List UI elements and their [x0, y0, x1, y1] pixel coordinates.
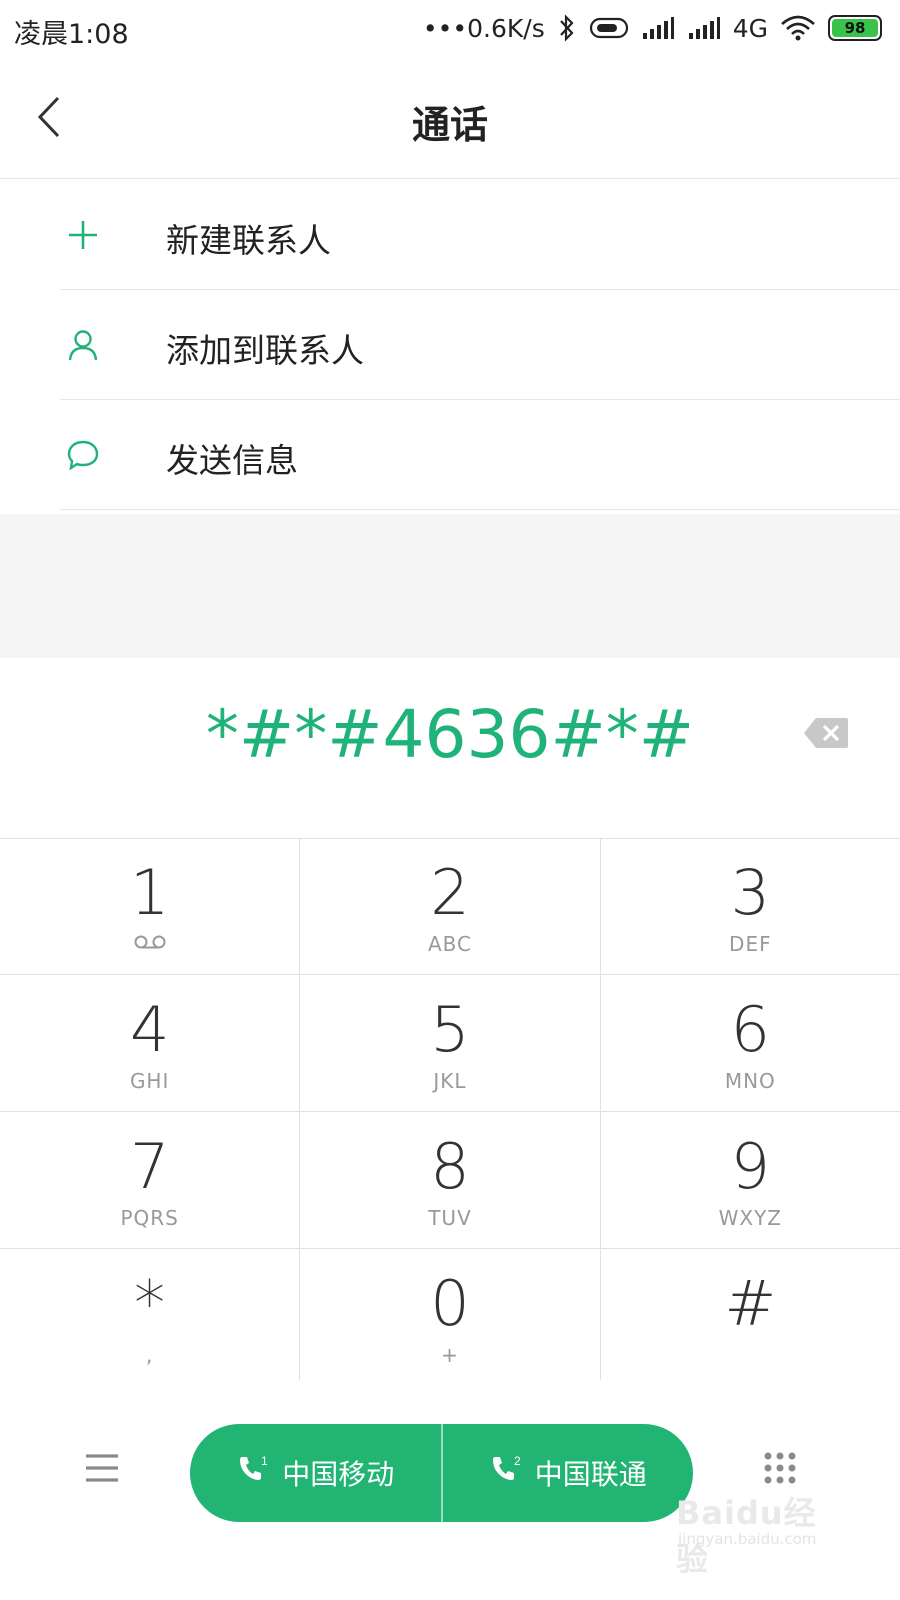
signal-icon: [687, 15, 721, 41]
page-title: 通话: [411, 103, 488, 147]
key-4[interactable]: 4 GHI: [0, 975, 301, 1111]
key-letters: DEF: [729, 932, 772, 956]
key-9[interactable]: 9 WXYZ: [601, 1112, 900, 1248]
sim2-label: 中国联通: [534, 1458, 647, 1491]
key-digit: 2: [430, 856, 470, 929]
key-5[interactable]: 5 JKL: [300, 975, 601, 1111]
sim1-label: 中国移动: [282, 1458, 395, 1491]
toggle-icon: [589, 15, 629, 41]
keypad-row: 7 PQRS 8 TUV 9 WXYZ: [0, 1112, 900, 1249]
voicemail-icon: [0, 934, 299, 950]
key-2[interactable]: 2 ABC: [300, 838, 601, 974]
backspace-button[interactable]: [802, 716, 850, 750]
dial-display: *#*#4636#*#: [0, 658, 900, 839]
key-letters: TUV: [428, 1206, 472, 1230]
watermark-sub: jingyan.baidu.com: [678, 1530, 817, 1548]
key-letters: PQRS: [120, 1206, 179, 1230]
key-letters: GHI: [129, 1069, 170, 1093]
new-contact-label: 新建联系人: [166, 221, 331, 260]
call-sim1-button[interactable]: 1 中国移动: [190, 1424, 443, 1522]
new-contact-button[interactable]: 新建联系人: [0, 180, 900, 290]
call-sim2-button[interactable]: 2 中国联通: [443, 1424, 694, 1522]
key-letters: JKL: [433, 1069, 467, 1093]
key-digit: #: [724, 1267, 777, 1340]
add-to-contact-button[interactable]: 添加到联系人: [0, 290, 900, 400]
key-6[interactable]: 6 MNO: [601, 975, 900, 1111]
key-digit: 1: [129, 856, 170, 929]
key-letters: +: [441, 1343, 459, 1367]
call-button-group: 1 中国移动 2 中国联通: [190, 1424, 693, 1522]
status-icons: •••0.6K/s 4G 98: [423, 10, 882, 46]
chat-bubble-icon: [66, 438, 100, 472]
keypad: 1 2 ABC 3 DEF 4 GHI 5 JKL 6 MNO 7 PQRS 8…: [0, 838, 900, 1386]
dialed-number: *#*#4636#*#: [205, 696, 695, 773]
sim1-index: 1: [261, 1454, 268, 1468]
plus-icon: [66, 218, 100, 252]
action-list: 新建联系人 添加到联系人 发送信息: [0, 180, 900, 510]
key-digit: 3: [730, 856, 771, 929]
key-digit: 8: [430, 1130, 470, 1203]
add-to-contact-label: 添加到联系人: [166, 331, 364, 370]
keypad-row: 1 2 ABC 3 DEF: [0, 838, 900, 975]
keypad-row: 4 GHI 5 JKL 6 MNO: [0, 975, 900, 1112]
key-0[interactable]: 0 +: [300, 1249, 601, 1385]
key-3[interactable]: 3 DEF: [601, 838, 900, 974]
phone-sim2-icon: 2: [489, 1453, 523, 1494]
empty-area: [0, 514, 900, 659]
divider: [60, 509, 900, 510]
key-digit: 4: [129, 993, 170, 1066]
menu-icon: [84, 1454, 120, 1488]
network-type: 4G: [732, 13, 768, 43]
dialpad-toggle-button[interactable]: [762, 1450, 798, 1486]
key-letters: MNO: [724, 1069, 776, 1093]
menu-button[interactable]: [84, 1452, 120, 1484]
battery-icon: 98: [828, 15, 882, 41]
keypad-row: * , 0 + #: [0, 1249, 900, 1386]
backspace-icon: [802, 718, 850, 754]
send-message-button[interactable]: 发送信息: [0, 400, 900, 510]
key-digit: 7: [129, 1130, 170, 1203]
person-icon: [66, 328, 100, 362]
phone-sim1-icon: 1: [236, 1453, 270, 1494]
signal-icon: [641, 15, 675, 41]
key-1[interactable]: 1: [0, 838, 301, 974]
key-letters: ABC: [427, 932, 472, 956]
key-digit: 0: [430, 1267, 470, 1340]
status-bar: 凌晨1:08 •••0.6K/s 4G 98: [0, 0, 900, 58]
sim2-index: 2: [514, 1454, 521, 1468]
bluetooth-icon: [557, 13, 577, 43]
key-star[interactable]: * ,: [0, 1249, 301, 1385]
key-letters: WXYZ: [718, 1206, 783, 1230]
key-7[interactable]: 7 PQRS: [0, 1112, 301, 1248]
wifi-icon: [780, 14, 816, 42]
header: 通话: [0, 58, 900, 179]
key-letters: ,: [145, 1343, 154, 1367]
battery-level: 98: [844, 19, 866, 37]
key-8[interactable]: 8 TUV: [300, 1112, 601, 1248]
status-time: 凌晨1:08: [14, 19, 129, 50]
key-digit: 9: [730, 1130, 771, 1203]
key-digit: 5: [430, 993, 470, 1066]
key-digit: 6: [730, 993, 771, 1066]
watermark: Baidu经验 jingyan.baidu.com: [676, 1488, 846, 1578]
send-message-label: 发送信息: [166, 441, 298, 480]
net-speed: •••0.6K/s: [422, 13, 545, 43]
key-hash[interactable]: #: [601, 1249, 900, 1385]
key-digit: *: [134, 1267, 166, 1340]
